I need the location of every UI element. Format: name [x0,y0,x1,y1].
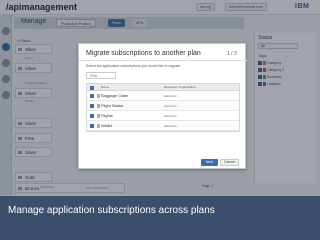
app-icon [97,124,100,128]
cancel-button[interactable]: Cancel [220,159,239,166]
app-icon [97,114,100,118]
step-indicator: 1 / 3 [227,51,237,57]
migrate-dialog: Migrate subscriptions to another plan 1 … [78,43,247,169]
column-name[interactable]: Name [101,84,109,91]
search-input[interactable] [86,72,116,79]
select-all-checkbox[interactable] [90,85,94,90]
row-checkbox[interactable] [90,124,94,128]
subscriptions-table: Name Developer Organization Baggage Clai… [86,83,240,132]
table-row[interactable]: Baggage Claim Acme Inc. [87,91,239,101]
row-checkbox[interactable] [90,104,94,108]
dialog-description: Select the application subscriptions you… [86,64,181,68]
dialog-title: Migrate subscriptions to another plan [86,50,201,57]
row-checkbox[interactable] [90,114,94,118]
table-row[interactable]: Flights Acme Inc. [87,111,239,121]
caption-band [0,196,320,240]
table-row[interactable]: Flight Status Acme Inc. [87,101,239,111]
row-checkbox[interactable] [90,94,94,98]
column-org[interactable]: Developer Organization [164,84,196,91]
divider [79,60,247,61]
caption-text: Manage application subscriptions across … [8,205,215,216]
next-button[interactable]: Next [201,159,218,166]
app-icon [97,104,100,108]
app-icon [97,94,100,98]
table-row[interactable]: Wallet Acme Inc. [87,121,239,131]
table-header: Name Developer Organization [87,84,239,91]
